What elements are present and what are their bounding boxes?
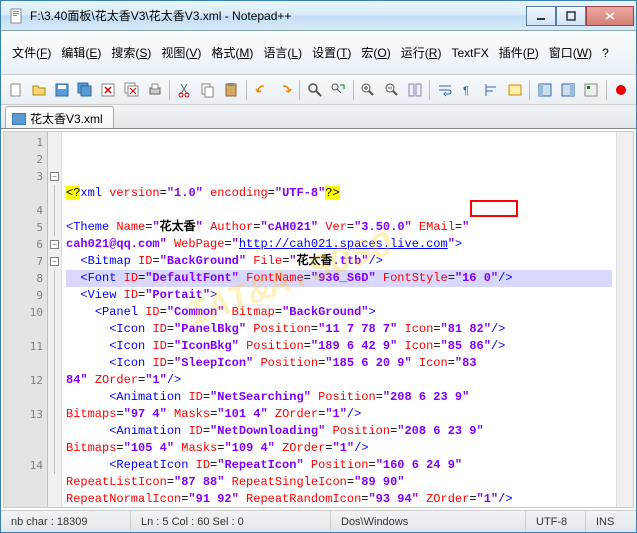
app-window: F:\3.40面板\花太香V3\花太香V3.xml - Notepad++ 文件… bbox=[0, 0, 637, 533]
fold-column[interactable]: −−− bbox=[48, 132, 62, 507]
code-line[interactable]: <Icon ID="IconBkg" Position="189 6 42 9"… bbox=[66, 338, 612, 355]
new-file-button[interactable] bbox=[5, 79, 26, 101]
code-line[interactable]: <Animation ID="NetDownloading" Position=… bbox=[66, 423, 612, 440]
code-line[interactable]: <Animation ID="NetSearching" Position="2… bbox=[66, 389, 612, 406]
minimize-button[interactable] bbox=[526, 6, 556, 26]
menu-m[interactable]: 格式(M) bbox=[206, 42, 258, 63]
code-line[interactable]: 84" ZOrder="1"/> bbox=[66, 372, 612, 389]
menubar: 文件(F)编辑(E)搜索(S)视图(V)格式(M)语言(L)设置(T)宏(O)运… bbox=[1, 31, 636, 75]
save-all-button[interactable] bbox=[75, 79, 96, 101]
func-list-button[interactable] bbox=[580, 79, 601, 101]
tabbar: 花太香V3.xml bbox=[1, 105, 636, 129]
zoom-in-button[interactable] bbox=[358, 79, 379, 101]
editor[interactable]: 1234567891011121314 −−− IAT&A.SOSO <?xml… bbox=[3, 131, 634, 508]
code-line[interactable]: <View ID="Portait"> bbox=[66, 287, 612, 304]
svg-text:¶: ¶ bbox=[463, 85, 469, 97]
code-line[interactable]: <Font ID="DefaultFont" FontName="936_S6D… bbox=[66, 270, 612, 287]
line-gutter: 1234567891011121314 bbox=[4, 132, 48, 507]
vertical-scrollbar[interactable] bbox=[616, 132, 633, 507]
save-button[interactable] bbox=[51, 79, 72, 101]
code-line[interactable]: <Panel ID="Common" Bitmap="BackGround"> bbox=[66, 304, 612, 321]
menu-l[interactable]: 语言(L) bbox=[258, 42, 307, 63]
code-line[interactable]: <Theme Name="花太香" Author="cAH021" Ver="3… bbox=[66, 219, 612, 236]
menu-v[interactable]: 视图(V) bbox=[156, 42, 206, 63]
menu-o[interactable]: 宏(O) bbox=[356, 42, 395, 63]
menu-e[interactable]: 编辑(E) bbox=[56, 42, 106, 63]
sync-scroll-button[interactable] bbox=[404, 79, 425, 101]
code-line[interactable]: <?xml version="1.0" encoding="UTF-8"?> bbox=[66, 185, 612, 202]
file-icon bbox=[12, 113, 26, 125]
menu-p[interactable]: 插件(P) bbox=[494, 42, 544, 63]
open-file-button[interactable] bbox=[28, 79, 49, 101]
status-eol: Dos\Windows bbox=[331, 511, 526, 532]
code-line[interactable]: Bitmaps="105 4" Masks="109 4" ZOrder="1"… bbox=[66, 440, 612, 457]
record-macro-button[interactable] bbox=[611, 79, 632, 101]
menu-f[interactable]: 文件(F) bbox=[7, 42, 56, 63]
code-line[interactable] bbox=[66, 202, 612, 219]
status-mode: INS bbox=[586, 511, 636, 532]
copy-button[interactable] bbox=[198, 79, 219, 101]
window-title: F:\3.40面板\花太香V3\花太香V3.xml - Notepad++ bbox=[30, 7, 526, 24]
menu-t[interactable]: 设置(T) bbox=[307, 42, 356, 63]
show-chars-button[interactable]: ¶ bbox=[458, 79, 479, 101]
code-area[interactable]: IAT&A.SOSO <?xml version="1.0" encoding=… bbox=[62, 132, 616, 507]
replace-button[interactable] bbox=[328, 79, 349, 101]
code-line[interactable]: Bitmaps="97 4" Masks="101 4" ZOrder="1"/… bbox=[66, 406, 612, 423]
redo-button[interactable] bbox=[274, 79, 295, 101]
doc-map-button[interactable] bbox=[557, 79, 578, 101]
code-line[interactable]: <Icon ID="SleepIcon" Position="185 6 20 … bbox=[66, 355, 612, 372]
zoom-out-button[interactable] bbox=[381, 79, 402, 101]
code-line[interactable]: RepeatNormalIcon="91 92" RepeatRandomIco… bbox=[66, 491, 612, 507]
status-position: Ln : 5 Col : 60 Sel : 0 bbox=[131, 511, 331, 532]
menu-w[interactable]: 窗口(W) bbox=[544, 42, 597, 63]
code-line[interactable]: cah021@qq.com" WebPage="http://cah021.sp… bbox=[66, 236, 612, 253]
find-button[interactable] bbox=[304, 79, 325, 101]
status-chars: nb char : 18309 bbox=[1, 511, 131, 532]
menu-s[interactable]: 搜索(S) bbox=[106, 42, 156, 63]
print-button[interactable] bbox=[144, 79, 165, 101]
tab-label: 花太香V3.xml bbox=[30, 110, 103, 127]
close-button[interactable] bbox=[586, 6, 634, 26]
folder-panel-button[interactable] bbox=[534, 79, 555, 101]
user-lang-button[interactable] bbox=[504, 79, 525, 101]
word-wrap-button[interactable] bbox=[434, 79, 455, 101]
indent-guide-button[interactable] bbox=[481, 79, 502, 101]
undo-button[interactable] bbox=[251, 79, 272, 101]
toolbar: ¶ bbox=[1, 75, 636, 105]
menu-textfx[interactable]: TextFX bbox=[446, 44, 493, 62]
code-line[interactable]: <Icon ID="PanelBkg" Position="11 7 78 7"… bbox=[66, 321, 612, 338]
app-icon bbox=[9, 8, 25, 24]
titlebar[interactable]: F:\3.40面板\花太香V3\花太香V3.xml - Notepad++ bbox=[1, 1, 636, 31]
close-all-button[interactable] bbox=[121, 79, 142, 101]
paste-button[interactable] bbox=[221, 79, 242, 101]
menu-r[interactable]: 运行(R) bbox=[396, 42, 447, 63]
menu-?[interactable]: ? bbox=[597, 44, 614, 62]
code-line[interactable]: <Bitmap ID="BackGround" File="花太香.ttb"/> bbox=[66, 253, 612, 270]
statusbar: nb char : 18309 Ln : 5 Col : 60 Sel : 0 … bbox=[1, 510, 636, 532]
close-file-button[interactable] bbox=[98, 79, 119, 101]
maximize-button[interactable] bbox=[556, 6, 586, 26]
code-line[interactable]: RepeatListIcon="87 88" RepeatSingleIcon=… bbox=[66, 474, 612, 491]
cut-button[interactable] bbox=[174, 79, 195, 101]
file-tab[interactable]: 花太香V3.xml bbox=[5, 106, 114, 128]
status-encoding: UTF-8 bbox=[526, 511, 586, 532]
code-line[interactable]: <RepeatIcon ID="RepeatIcon" Position="16… bbox=[66, 457, 612, 474]
